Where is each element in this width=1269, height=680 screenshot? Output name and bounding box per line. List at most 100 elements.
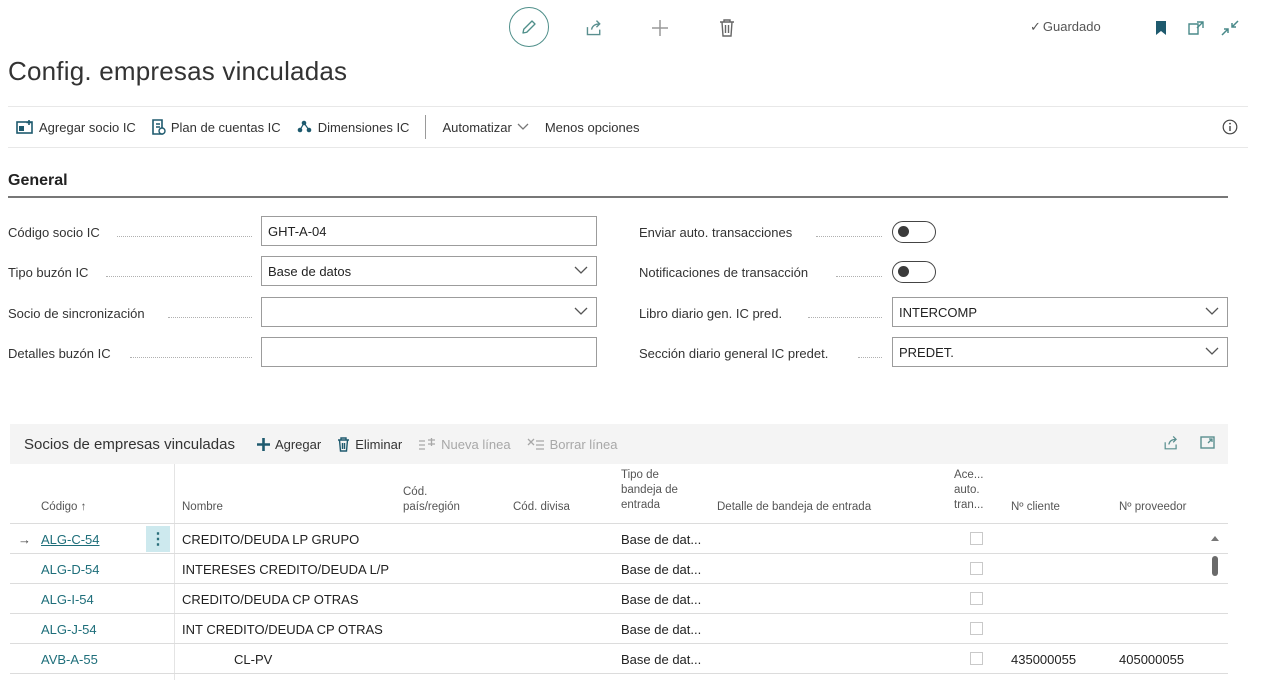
- chevron-down-icon: [1205, 347, 1219, 355]
- row-accept-checkbox[interactable]: [970, 532, 983, 545]
- delete-icon: [720, 19, 734, 37]
- check-icon: ✓: [1030, 19, 1041, 34]
- bookmark-icon: [1156, 21, 1166, 35]
- col-header-tipo-bandeja[interactable]: Tipo de bandeja de entrada: [621, 468, 678, 513]
- share-button[interactable]: [582, 17, 606, 39]
- enviar-auto-label: Enviar auto. transacciones: [639, 225, 793, 240]
- chevron-down-icon: [1205, 307, 1219, 315]
- table-row[interactable]: AVB-A-55 CL-PV Base de dat... 435000055 …: [10, 644, 1228, 674]
- seccion-diario-select[interactable]: PREDET.: [892, 337, 1228, 367]
- menos-opciones-button[interactable]: Menos opciones: [537, 107, 648, 147]
- label-leader: [117, 236, 252, 237]
- col-header-aceptar-auto[interactable]: Ace... auto. tran...: [954, 468, 983, 513]
- table-row[interactable]: ALG-I-54 CREDITO/DEUDA CP OTRAS Base de …: [10, 584, 1228, 614]
- col-header-proveedor[interactable]: Nº proveedor: [1119, 500, 1186, 515]
- libro-diario-select[interactable]: INTERCOMP: [892, 297, 1228, 327]
- chevron-down-icon: [517, 123, 529, 130]
- row-code-link[interactable]: ALG-D-54: [41, 562, 100, 577]
- edit-button[interactable]: [509, 7, 549, 47]
- open-new-window-icon: [1188, 21, 1204, 35]
- row-tipo-bandeja: Base de dat...: [621, 562, 702, 577]
- row-accept-checkbox[interactable]: [970, 592, 983, 605]
- automatizar-menu[interactable]: Automatizar: [434, 107, 536, 147]
- codigo-socio-input[interactable]: GHT-A-04: [261, 216, 597, 246]
- table-row[interactable]: ALG-D-54 INTERESES CREDITO/DEUDA L/P Bas…: [10, 554, 1228, 584]
- scroll-up-arrow-icon: [1211, 536, 1219, 541]
- socio-sincronizacion-label: Socio de sincronización: [8, 306, 145, 321]
- row-accept-checkbox[interactable]: [970, 622, 983, 635]
- codigo-socio-label: Código socio IC: [8, 225, 100, 240]
- row-name: CREDITO/DEUDA LP GRUPO: [182, 532, 360, 547]
- add-icon: [652, 20, 668, 36]
- enviar-auto-toggle[interactable]: [892, 221, 936, 243]
- share-icon: [1164, 436, 1177, 450]
- table-row[interactable]: ALG-J-54 INT CREDITO/DEUDA CP OTRAS Base…: [10, 614, 1228, 644]
- borrar-linea-button[interactable]: Borrar línea: [527, 437, 617, 452]
- scrollbar-thumb[interactable]: [1212, 556, 1218, 576]
- label-leader: [858, 357, 882, 358]
- row-accept-checkbox[interactable]: [970, 562, 983, 575]
- subpage-header: Socios de empresas vinculadas Agregar El…: [10, 424, 1228, 464]
- info-button[interactable]: [1222, 119, 1238, 138]
- col-header-divisa[interactable]: Cód. divisa: [513, 500, 570, 515]
- info-icon: [1222, 119, 1238, 135]
- new-button[interactable]: [648, 16, 672, 40]
- bookmark-button[interactable]: [1153, 18, 1169, 38]
- row-name: INT CREDITO/DEUDA CP OTRAS: [182, 622, 383, 637]
- row-name: CL-PV: [234, 652, 273, 667]
- libro-diario-label: Libro diario gen. IC pred.: [639, 306, 783, 321]
- row-code-link[interactable]: AVB-A-55: [41, 652, 98, 667]
- action-bar: Agregar socio IC Plan de cuentas IC Dime…: [8, 106, 1248, 148]
- row-accept-checkbox[interactable]: [970, 652, 983, 665]
- row-tipo-bandeja: Base de dat...: [621, 592, 702, 607]
- row-tipo-bandeja: Base de dat...: [621, 652, 702, 667]
- dimensions-icon: [297, 120, 311, 133]
- row-code-link[interactable]: ALG-J-54: [41, 622, 97, 637]
- collapse-button[interactable]: [1219, 18, 1241, 38]
- delete-line-icon: [527, 438, 544, 450]
- delete-button[interactable]: [716, 16, 738, 40]
- label-leader: [808, 317, 882, 318]
- saved-status: ✓ Guardado: [1030, 19, 1101, 34]
- row-proveedor: 405000055: [1119, 652, 1185, 667]
- page-title: Config. empresas vinculadas: [8, 56, 348, 86]
- socios-subpage: Socios de empresas vinculadas Agregar El…: [10, 424, 1228, 680]
- row-code-link[interactable]: ALG-C-54: [41, 532, 100, 547]
- dimensiones-ic-action[interactable]: Dimensiones IC: [289, 107, 418, 147]
- label-leader: [816, 236, 882, 237]
- tipo-buzon-select[interactable]: Base de datos: [261, 256, 597, 286]
- subpage-share-button[interactable]: [1162, 435, 1180, 454]
- row-code-link[interactable]: ALG-I-54: [41, 592, 94, 607]
- col-header-detalle-bandeja[interactable]: Detalle de bandeja de entrada: [717, 500, 871, 515]
- subpage-expand-button[interactable]: [1200, 435, 1216, 453]
- socio-sincronizacion-select[interactable]: [261, 297, 597, 327]
- open-new-window-button[interactable]: [1186, 18, 1206, 38]
- agregar-socio-ic-action[interactable]: Agregar socio IC: [8, 107, 144, 147]
- plan-cuentas-ic-action[interactable]: Plan de cuentas IC: [144, 107, 289, 147]
- insert-line-icon: [419, 437, 436, 450]
- collapse-icon: [1221, 20, 1239, 36]
- chevron-down-icon: [574, 266, 588, 274]
- col-header-codigo[interactable]: Código ↑: [41, 500, 86, 515]
- label-leader: [130, 357, 252, 358]
- toggle-knob: [898, 266, 909, 277]
- socios-grid: Código ↑ Nombre Cód. país/región Cód. div…: [10, 464, 1228, 680]
- detalles-buzon-input[interactable]: [261, 337, 597, 367]
- delete-icon: [338, 436, 350, 452]
- row-tipo-bandeja: Base de dat...: [621, 622, 702, 637]
- row-name: INTERESES CREDITO/DEUDA L/P: [182, 562, 390, 577]
- row-actions-menu[interactable]: ⋮: [146, 526, 170, 552]
- label-leader: [836, 276, 882, 277]
- nueva-linea-button[interactable]: Nueva línea: [418, 437, 511, 452]
- tipo-buzon-label: Tipo buzón IC: [8, 265, 89, 280]
- grid-scrollbar[interactable]: [1210, 528, 1220, 648]
- col-header-nombre[interactable]: Nombre: [182, 500, 223, 515]
- col-header-pais[interactable]: Cód. país/región: [403, 485, 460, 515]
- chevron-down-icon: [574, 307, 588, 315]
- detalles-buzon-label: Detalles buzón IC: [8, 346, 111, 361]
- col-header-cliente[interactable]: Nº cliente: [1011, 500, 1060, 515]
- eliminar-button[interactable]: Eliminar: [337, 437, 402, 452]
- agregar-button[interactable]: Agregar: [256, 437, 321, 452]
- notificaciones-toggle[interactable]: [892, 261, 936, 283]
- table-row[interactable]: → ALG-C-54 ⋮ CREDITO/DEUDA LP GRUPO Base…: [10, 524, 1228, 554]
